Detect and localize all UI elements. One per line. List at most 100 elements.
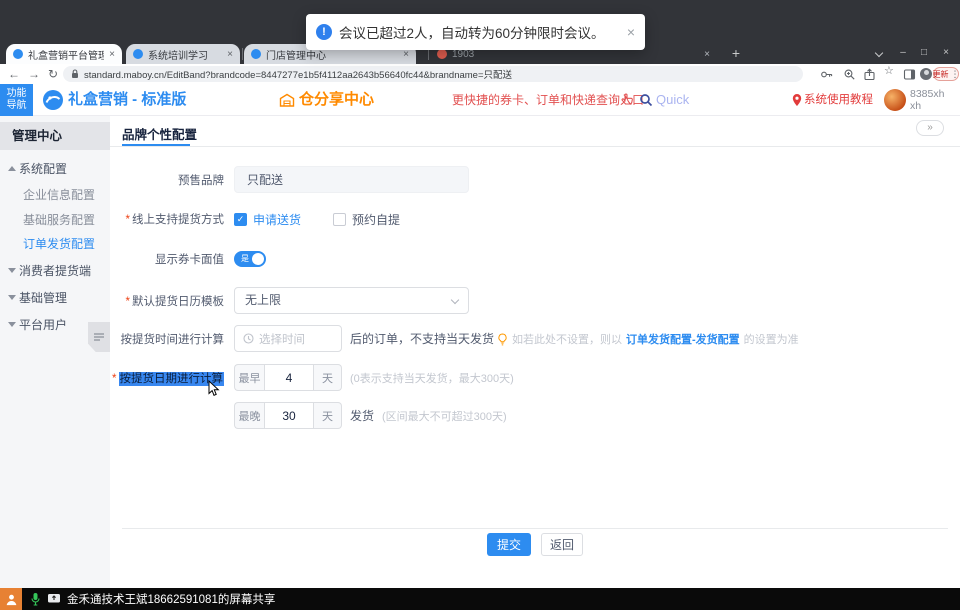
latest-days-input[interactable] [264, 402, 314, 429]
tab-close-icon[interactable]: × [403, 49, 409, 60]
key-icon[interactable] [820, 68, 833, 81]
footer-buttons: 提交 返回 [110, 533, 960, 556]
required-mark: * [112, 373, 116, 385]
tutorial-link[interactable]: 系统使用教程 [804, 84, 873, 116]
participant-tile[interactable] [0, 588, 22, 610]
sidebar-item-basic-service[interactable]: 基础服务配置 [0, 211, 110, 229]
config-tip: 如若此处不设置，则以订单发货配置-发货配置的设置为准 [497, 331, 799, 347]
field-label: 显示券卡面值 [108, 251, 224, 267]
chevron-down-icon [451, 296, 459, 304]
browser-tab-2[interactable]: 系统培训学习 × [126, 44, 240, 64]
bookmark-star-icon[interactable]: ☆ [884, 61, 894, 81]
sidebar-group-label: 基础管理 [19, 291, 67, 305]
quick-search-icon[interactable] [639, 93, 653, 107]
side-panel-icon[interactable] [903, 68, 916, 81]
checkbox-label-self-pickup[interactable]: 预约自提 [352, 211, 400, 228]
latest-days-group: 最晚 天 [234, 402, 342, 429]
back-icon[interactable]: ← [8, 64, 20, 84]
quick-label[interactable]: Quick [656, 84, 689, 116]
submit-button[interactable]: 提交 [487, 533, 531, 556]
sidebar-item-order-shipping[interactable]: 订单发货配置 [0, 235, 110, 253]
app-title: 礼盒营销 - 标准版 [68, 84, 186, 116]
tab-favicon-icon [437, 49, 447, 59]
meeting-toast: ! 会议已超过2人，自动转为60分钟限时会议。 × [306, 14, 645, 50]
user-id: 8385xh xh [910, 88, 944, 112]
triangle-down-icon [8, 322, 16, 327]
sidebar-group-label: 系统配置 [19, 162, 67, 176]
form-row-by-date-earliest: *按提货日期进行计算 最早 天 (0表示支持当天发货，最大300天) [108, 364, 948, 391]
group-prefix: 最早 [234, 364, 264, 391]
padlock-icon [71, 69, 79, 79]
form-row-calendar-template: *默认提货日历模板 无上限 [108, 287, 948, 314]
screen-share-bar: 金禾通技术王斌18662591081的屏幕共享 [0, 588, 960, 610]
window-minimize-button[interactable]: – [893, 44, 913, 62]
person-icon [5, 593, 18, 606]
panel-expand-button[interactable]: » [916, 120, 944, 136]
group-unit: 天 [314, 402, 342, 429]
time-picker-input[interactable]: 选择时间 [234, 325, 342, 352]
face-value-toggle-on[interactable]: 是 [234, 251, 266, 267]
field-label: *默认提货日历模板 [108, 293, 224, 309]
sidebar-collapse-handle[interactable] [88, 322, 110, 352]
zoom-icon[interactable] [843, 68, 856, 81]
triangle-up-icon [8, 166, 16, 171]
form-row-face-value: 显示券卡面值 是 [108, 249, 948, 269]
presale-brand-input[interactable] [234, 166, 469, 193]
user-name: 8385xh [910, 88, 944, 100]
browser-update-chip[interactable]: 更新 ⋮ [933, 67, 959, 81]
earliest-hint: (0表示支持当天发货，最大300天) [350, 370, 514, 386]
tab-close-icon[interactable]: × [704, 49, 710, 60]
share-center-link[interactable]: 仓分享中心 [299, 84, 374, 116]
kebab-menu-icon[interactable]: ⋮ [951, 69, 960, 80]
tab-divider-line [110, 146, 960, 147]
toast-close-icon[interactable]: × [627, 24, 635, 40]
sidebar-group-consumer-pickup[interactable]: 消费者提货端 [0, 262, 110, 280]
footer-divider [122, 528, 948, 529]
form-row-by-time: 按提货时间进行计算 选择时间 后的订单，不支持当天发货 如若此处不设置，则以订单… [108, 325, 948, 352]
menu-fold-icon [93, 332, 105, 342]
new-tab-button[interactable]: + [727, 45, 745, 63]
browser-profile-avatar[interactable] [920, 68, 932, 80]
field-label: 按提货时间进行计算 [108, 331, 224, 347]
latest-hint: (区间最大不可超过300天) [382, 408, 507, 424]
tab-close-icon[interactable]: × [109, 49, 115, 60]
calendar-template-select[interactable]: 无上限 [234, 287, 469, 314]
checkbox-self-pickup-unchecked[interactable] [333, 213, 346, 226]
tab-search-icon[interactable] [875, 49, 883, 57]
window-maximize-button[interactable]: □ [914, 44, 934, 62]
required-mark: * [126, 296, 130, 308]
clock-icon [243, 333, 254, 344]
microphone-icon [30, 592, 41, 606]
sidebar: 管理中心 系统配置 企业信息配置 基础服务配置 订单发货配置 消费者提货端 基础… [0, 116, 110, 588]
checkbox-label-delivery[interactable]: 申请送货 [253, 211, 301, 228]
tab-close-icon[interactable]: × [227, 49, 233, 60]
group-unit: 天 [314, 364, 342, 391]
user-sub: xh [910, 100, 944, 112]
tab-brand-personality-config[interactable]: 品牌个性配置 [122, 124, 197, 143]
sidebar-group-system-config[interactable]: 系统配置 [0, 160, 110, 178]
address-bar[interactable]: standard.maboy.cn/EditBand?brandcode=844… [63, 66, 803, 82]
sidebar-group-basic-management[interactable]: 基础管理 [0, 289, 110, 307]
app-header: 功能 导航 礼盒营销 - 标准版 仓分享中心 更快捷的券卡、订单和快递查询入口 … [0, 84, 960, 116]
required-mark: * [126, 214, 130, 226]
user-avatar[interactable] [884, 89, 906, 111]
lightbulb-icon [497, 333, 508, 346]
reload-icon[interactable]: ↻ [48, 64, 58, 84]
tab-title: 系统培训学习 [148, 47, 222, 62]
back-button[interactable]: 返回 [541, 533, 583, 556]
tab-favicon-icon [251, 49, 261, 59]
window-close-button[interactable]: × [936, 44, 956, 62]
form-row-by-date-latest: 最晚 天 发货 (区间最大不可超过300天) [108, 402, 948, 429]
toggle-on-text: 是 [241, 253, 249, 265]
share-icon[interactable] [863, 68, 876, 81]
earliest-days-input[interactable] [264, 364, 314, 391]
triangle-down-icon [8, 295, 16, 300]
browser-tab-1[interactable]: 礼盒营销平台管理中心 × [6, 44, 122, 64]
info-icon: ! [316, 24, 332, 40]
checkbox-delivery-checked[interactable]: ✓ [234, 213, 247, 226]
function-nav-toggle[interactable]: 功能 导航 [0, 84, 33, 116]
sidebar-item-enterprise-info[interactable]: 企业信息配置 [0, 186, 110, 204]
tip-link[interactable]: 订单发货配置-发货配置 [626, 331, 740, 347]
tab-title: 礼盒营销平台管理中心 [28, 47, 104, 62]
forward-icon[interactable]: → [28, 64, 40, 84]
